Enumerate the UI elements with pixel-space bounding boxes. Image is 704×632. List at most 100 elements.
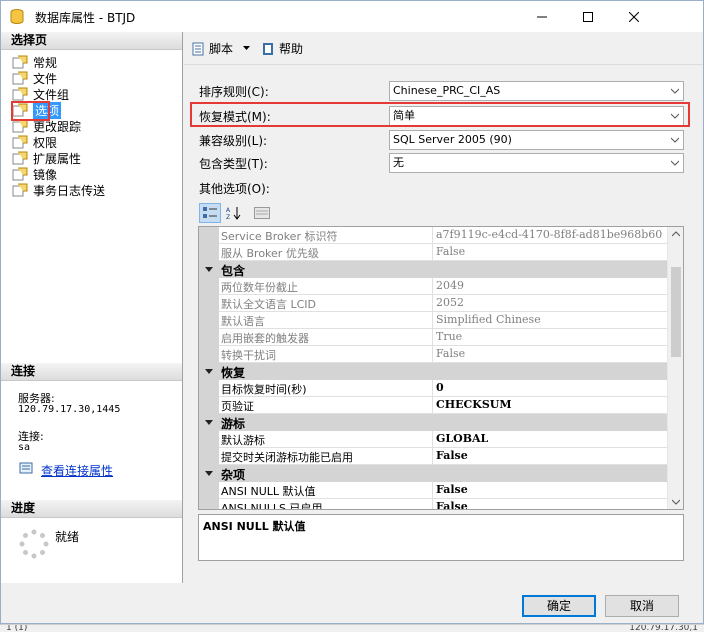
nav-item[interactable]: 扩展属性	[12, 150, 81, 166]
help-button[interactable]: 帮助	[262, 40, 303, 57]
collation-select[interactable]: Chinese_PRC_CI_AS	[389, 81, 684, 101]
chevron-down-icon[interactable]	[672, 499, 680, 505]
property-row[interactable]: ANSI NULL 默认值 False	[199, 482, 669, 499]
ok-button[interactable]: 确定	[522, 595, 596, 617]
collapse-icon[interactable]	[204, 417, 214, 427]
property-pages-button[interactable]	[251, 203, 273, 223]
compat-level-label: 兼容级别(L):	[199, 134, 268, 148]
property-value[interactable]: a7f9119c-e4cd-4170-8f8f-ad81be968b60	[436, 228, 666, 241]
nav-item[interactable]: 文件组	[12, 86, 69, 102]
property-grid[interactable]: Service Broker 标识符 a7f9119c-e4cd-4170-8f8…	[198, 226, 684, 510]
column-divider	[432, 312, 433, 329]
nav-item[interactable]: 镜像	[12, 166, 57, 182]
minimize-button[interactable]	[519, 1, 565, 32]
property-row[interactable]: 转换干扰词 False	[199, 346, 669, 363]
chevron-up-icon[interactable]	[672, 231, 680, 237]
property-category[interactable]: 包含	[199, 261, 669, 278]
collapse-icon[interactable]	[204, 468, 214, 478]
property-row[interactable]: 默认全文语言 LCID 2052	[199, 295, 669, 312]
property-value[interactable]: False	[436, 500, 666, 509]
page-icon	[12, 55, 28, 69]
database-properties-dialog: 数据库属性 - BTJD 选择页 常规 文件 文件组 选项 更改跟踪 权限 扩展属性 镜像 事务…	[0, 0, 704, 624]
property-name: 默认语言	[221, 315, 265, 328]
property-category[interactable]: 恢复	[199, 363, 669, 380]
column-divider	[432, 278, 433, 295]
property-name: ANSI NULLS 已启用	[221, 502, 323, 510]
row-margin	[199, 482, 219, 499]
chevron-down-icon	[671, 88, 679, 94]
categorized-button[interactable]	[199, 203, 221, 223]
row-margin	[199, 295, 219, 312]
left-pane: 选择页 常规 文件 文件组 选项 更改跟踪 权限 扩展属性 镜像 事务日志传送 连接 服务器: …	[1, 32, 183, 583]
property-name: 服从 Broker 优先级	[221, 247, 319, 260]
connection-header: 连接	[1, 363, 182, 381]
property-row[interactable]: 默认语言 Simplified Chinese	[199, 312, 669, 329]
nav-item[interactable]: 事务日志传送	[12, 182, 105, 198]
compat-level-select[interactable]: SQL Server 2005 (90)	[389, 130, 684, 150]
nav-item[interactable]: 文件	[12, 70, 57, 86]
property-value[interactable]: False	[436, 483, 666, 496]
collapse-icon[interactable]	[204, 366, 214, 376]
nav-item[interactable]: 常规	[12, 54, 57, 70]
property-row[interactable]: 页验证 CHECKSUM	[199, 397, 669, 414]
property-name: Service Broker 标识符	[221, 230, 338, 243]
column-divider	[432, 499, 433, 509]
property-value[interactable]: Simplified Chinese	[436, 313, 666, 326]
page-icon	[12, 87, 28, 101]
row-margin	[199, 397, 219, 414]
property-row[interactable]: 启用嵌套的触发器 True	[199, 329, 669, 346]
property-pages-icon	[254, 207, 270, 219]
compat-level-value: SQL Server 2005 (90)	[393, 133, 512, 146]
property-value[interactable]: GLOBAL	[436, 432, 666, 445]
property-value[interactable]: 2049	[436, 279, 666, 292]
property-value[interactable]: 2052	[436, 296, 666, 309]
help-icon	[263, 42, 273, 55]
nav-item-label: 事务日志传送	[33, 183, 106, 198]
maximize-button[interactable]	[565, 1, 611, 32]
nav-item[interactable]: 权限	[12, 134, 57, 150]
row-margin	[199, 244, 219, 261]
property-category-label: 杂项	[221, 468, 246, 482]
property-grid-scrollbar[interactable]	[667, 227, 683, 509]
property-name: 提交时关闭游标功能已启用	[221, 451, 353, 464]
row-margin	[199, 346, 219, 363]
sort-alphabetical-icon: A Z	[226, 207, 241, 220]
column-divider	[432, 482, 433, 499]
view-connection-properties-link[interactable]: 查看连接属性	[41, 462, 113, 479]
property-row[interactable]: 默认游标 GLOBAL	[199, 431, 669, 448]
minimize-icon	[537, 16, 547, 17]
row-margin	[199, 448, 219, 465]
cancel-button[interactable]: 取消	[605, 595, 679, 617]
property-value[interactable]: CHECKSUM	[436, 398, 666, 411]
nav-item-label: 常规	[33, 55, 58, 70]
scrollbar-thumb[interactable]	[671, 267, 681, 357]
property-category[interactable]: 游标	[199, 414, 669, 431]
property-value[interactable]: True	[436, 330, 666, 343]
title-bar: 数据库属性 - BTJD	[1, 1, 703, 32]
property-row[interactable]: 服从 Broker 优先级 False	[199, 244, 669, 261]
containment-type-select[interactable]: 无	[389, 153, 684, 173]
property-value[interactable]: False	[436, 449, 666, 462]
property-value[interactable]: False	[436, 245, 666, 258]
script-button[interactable]: 脚本	[192, 40, 251, 57]
property-row[interactable]: 两位数年份截止 2049	[199, 278, 669, 295]
close-button[interactable]	[611, 1, 657, 32]
property-row[interactable]: 目标恢复时间(秒) 0	[199, 380, 669, 397]
property-row[interactable]: 提交时关闭游标功能已启用 False	[199, 448, 669, 465]
chevron-down-icon[interactable]	[243, 46, 251, 51]
categorized-icon	[203, 207, 217, 218]
alphabetical-button[interactable]: A Z	[223, 203, 245, 223]
script-label: 脚本	[209, 42, 234, 56]
page-icon	[12, 71, 28, 85]
property-category[interactable]: 杂项	[199, 465, 669, 482]
property-category-label: 游标	[221, 417, 246, 431]
property-row[interactable]: Service Broker 标识符 a7f9119c-e4cd-4170-8f8…	[199, 227, 669, 244]
containment-type-value: 无	[393, 156, 404, 169]
property-value[interactable]: 0	[436, 381, 666, 394]
page-icon	[12, 151, 28, 165]
property-name: 默认全文语言 LCID	[221, 298, 317, 311]
property-value[interactable]: False	[436, 347, 666, 360]
collapse-icon[interactable]	[204, 264, 214, 274]
column-divider	[432, 244, 433, 261]
property-row[interactable]: ANSI NULLS 已启用 False	[199, 499, 669, 510]
